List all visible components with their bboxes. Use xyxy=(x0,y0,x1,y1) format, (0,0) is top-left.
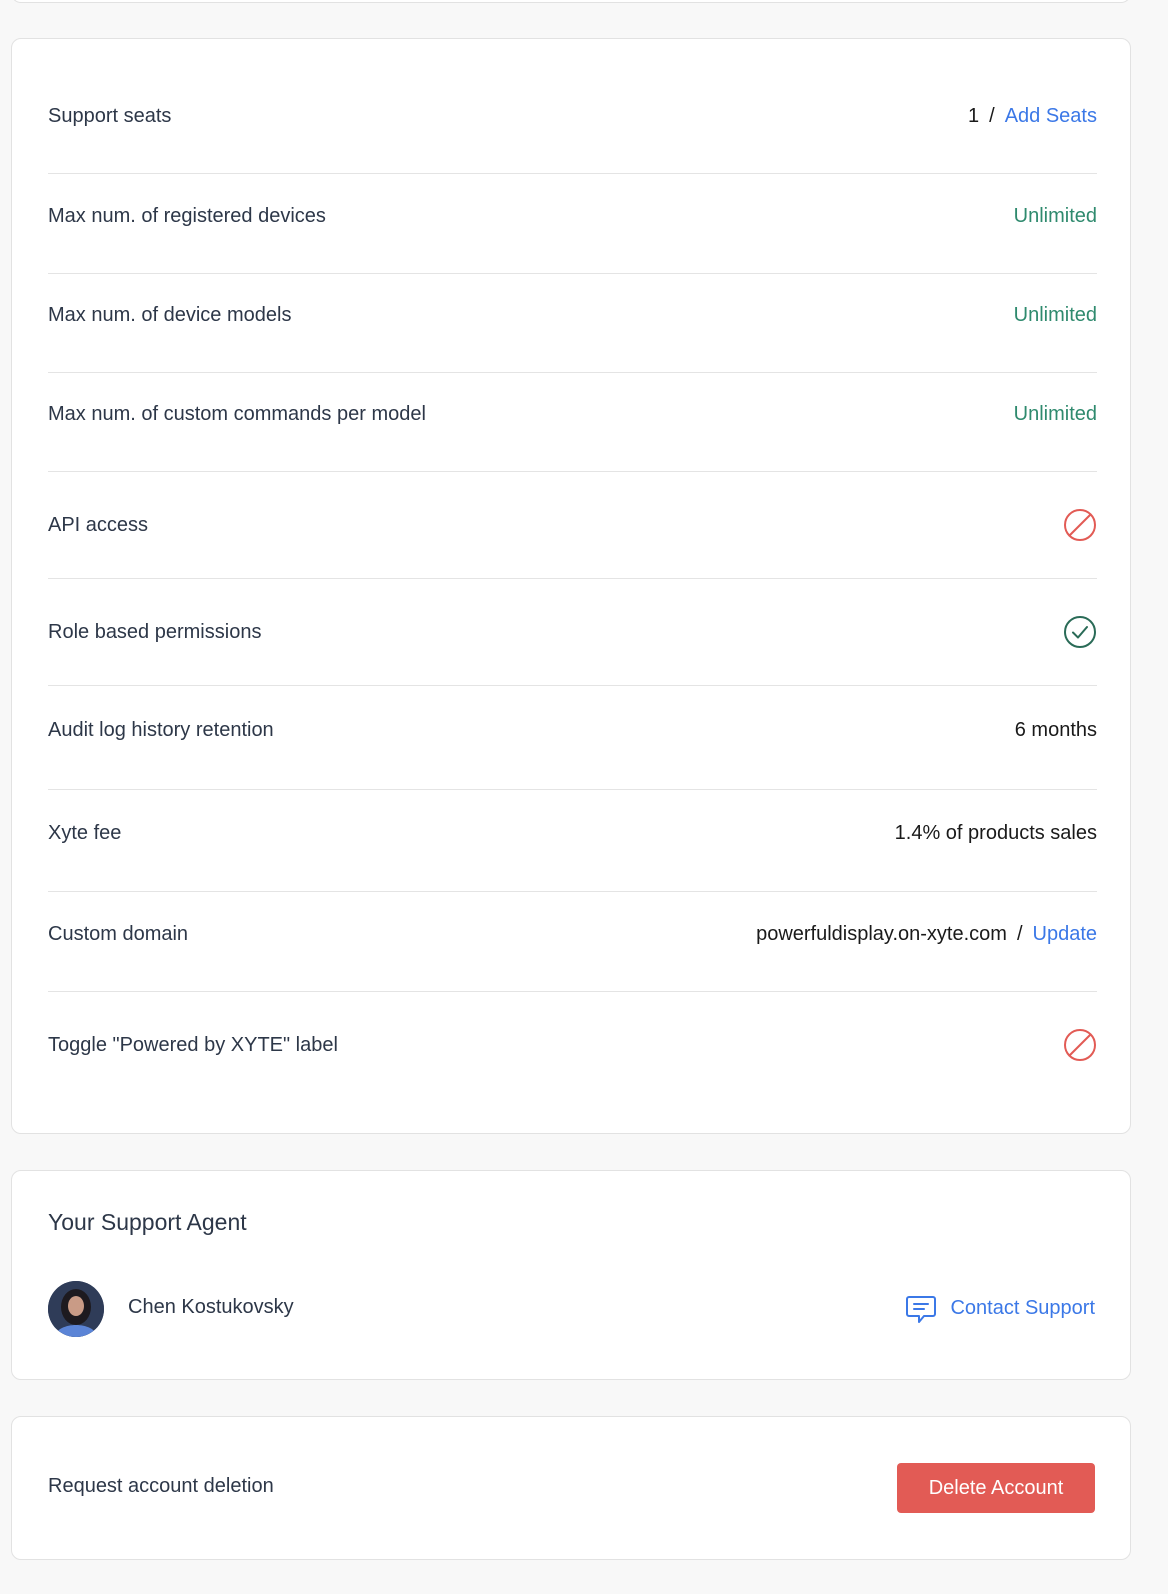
domain-value: powerfuldisplay.on-xyte.com xyxy=(756,923,1007,945)
add-seats-link[interactable]: Add Seats xyxy=(1005,105,1097,127)
row-label: Max num. of registered devices xyxy=(48,205,326,227)
row-label: Role based permissions xyxy=(48,620,262,643)
update-domain-link[interactable]: Update xyxy=(1033,923,1098,945)
check-circle-icon xyxy=(1063,615,1097,649)
delete-request-label: Request account deletion xyxy=(48,1475,274,1497)
chat-bubble-icon xyxy=(904,1291,938,1325)
not-allowed-icon xyxy=(1063,1028,1097,1062)
delete-account-button[interactable]: Delete Account xyxy=(897,1463,1095,1513)
contact-support-label: Contact Support xyxy=(950,1296,1095,1319)
row-role-based-permissions: Role based permissions xyxy=(48,615,1097,649)
account-deletion-card: Request account deletion Delete Account xyxy=(11,1416,1131,1560)
row-powered-by-label: Toggle "Powered by XYTE" label xyxy=(48,1028,1097,1062)
row-label: Support seats xyxy=(48,105,172,127)
contact-support-button[interactable]: Contact Support xyxy=(904,1291,1095,1325)
row-label: Max num. of device models xyxy=(48,304,292,326)
row-label: Toggle "Powered by XYTE" label xyxy=(48,1033,338,1056)
divider xyxy=(48,173,1097,174)
row-custom-domain: Custom domain powerfuldisplay.on-xyte.co… xyxy=(48,923,1097,946)
row-value: Unlimited xyxy=(1013,205,1097,227)
agent-section-title: Your Support Agent xyxy=(48,1209,247,1235)
row-max-custom-commands: Max num. of custom commands per model Un… xyxy=(48,403,1097,426)
row-xyte-fee: Xyte fee 1.4% of products sales xyxy=(48,822,1097,845)
divider xyxy=(48,273,1097,274)
divider xyxy=(48,891,1097,892)
divider xyxy=(48,372,1097,373)
previous-card xyxy=(11,0,1131,3)
row-max-registered-devices: Max num. of registered devices Unlimited xyxy=(48,205,1097,228)
divider xyxy=(48,789,1097,790)
divider xyxy=(48,991,1097,992)
row-value: Unlimited xyxy=(1013,304,1097,326)
row-label: API access xyxy=(48,513,149,536)
avatar xyxy=(48,1281,104,1337)
separator: / xyxy=(989,105,995,127)
divider xyxy=(48,578,1097,579)
row-max-device-models: Max num. of device models Unlimited xyxy=(48,304,1097,327)
row-label: Custom domain xyxy=(48,923,189,945)
row-value: powerfuldisplay.on-xyte.com / Update xyxy=(756,923,1097,946)
row-label: Audit log history retention xyxy=(48,719,274,741)
seat-count: 1 xyxy=(968,105,980,127)
row-label: Max num. of custom commands per model xyxy=(48,403,426,425)
row-value: 1.4% of products sales xyxy=(894,822,1097,844)
divider xyxy=(48,471,1097,472)
row-value: 6 months xyxy=(1014,719,1097,741)
plan-details-card: Support seats 1 / Add Seats Max num. of re… xyxy=(11,38,1131,1134)
row-value: Unlimited xyxy=(1013,403,1097,425)
not-allowed-icon xyxy=(1063,508,1097,542)
row-support-seats: Support seats 1 / Add Seats xyxy=(48,105,1097,128)
separator: / xyxy=(1016,923,1023,945)
row-audit-log-retention: Audit log history retention 6 months xyxy=(48,719,1097,742)
support-agent-card: Your Support Agent Chen Kostukovsky Cont… xyxy=(11,1170,1131,1380)
row-label: Xyte fee xyxy=(48,822,122,844)
row-api-access: API access xyxy=(48,508,1097,542)
divider xyxy=(48,685,1097,686)
row-value: 1 / Add Seats xyxy=(968,105,1097,128)
agent-name: Chen Kostukovsky xyxy=(128,1296,294,1318)
